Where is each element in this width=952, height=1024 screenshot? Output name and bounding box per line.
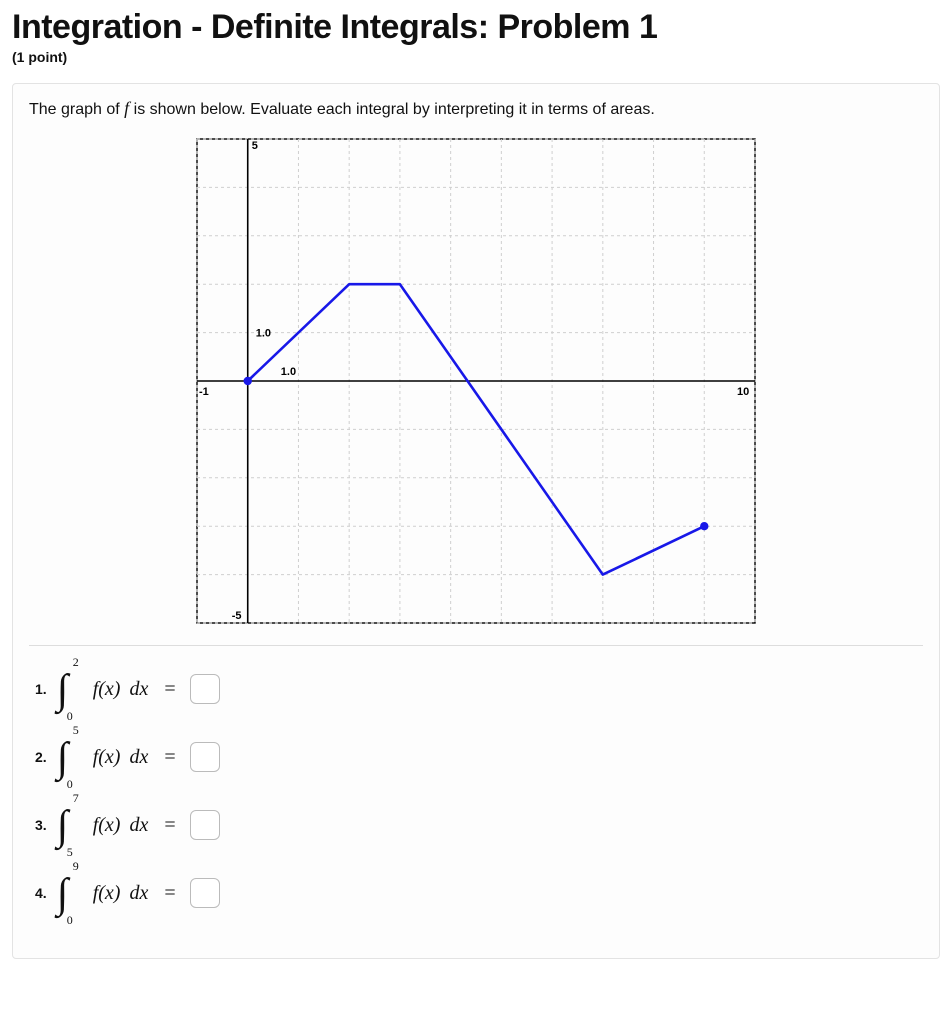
integral-symbol: ∫20 xyxy=(59,666,79,712)
svg-text:5: 5 xyxy=(252,140,258,152)
answer-input[interactable] xyxy=(190,674,220,704)
page-title: Integration - Definite Integrals: Proble… xyxy=(12,8,940,47)
question-number: 4. xyxy=(35,885,47,901)
integrand: f(x) dx xyxy=(93,746,149,769)
prompt-text: The graph of f is shown below. Evaluate … xyxy=(29,98,923,119)
function-graph: 5 -5 -1 10 1.0 1.0 xyxy=(191,133,761,629)
integrand: f(x) dx xyxy=(93,882,149,905)
equals-sign: = xyxy=(164,746,175,769)
question-number: 3. xyxy=(35,817,47,833)
integrand: f(x) dx xyxy=(93,678,149,701)
equals-sign: = xyxy=(164,882,175,905)
question-number: 2. xyxy=(35,749,47,765)
prompt-post: is shown below. Evaluate each integral b… xyxy=(129,101,655,118)
question-number: 1. xyxy=(35,681,47,697)
svg-text:1.0: 1.0 xyxy=(256,328,271,340)
question-row: 3. ∫75 f(x) dx = xyxy=(35,802,923,848)
prompt-pre: The graph of xyxy=(29,101,124,118)
svg-text:10: 10 xyxy=(737,386,749,398)
question-row: 2. ∫50 f(x) dx = xyxy=(35,734,923,780)
question-row: 4. ∫90 f(x) dx = xyxy=(35,870,923,916)
problem-container: The graph of f is shown below. Evaluate … xyxy=(12,83,940,959)
points-label: (1 point) xyxy=(12,49,940,65)
integral-symbol: ∫50 xyxy=(59,734,79,780)
question-row: 1. ∫20 f(x) dx = xyxy=(35,666,923,712)
equals-sign: = xyxy=(164,678,175,701)
separator xyxy=(29,645,923,646)
svg-text:-5: -5 xyxy=(232,610,242,622)
equals-sign: = xyxy=(164,814,175,837)
answer-input[interactable] xyxy=(190,742,220,772)
answer-input[interactable] xyxy=(190,878,220,908)
svg-text:-1: -1 xyxy=(199,386,209,398)
integral-symbol: ∫75 xyxy=(59,802,79,848)
integrand: f(x) dx xyxy=(93,814,149,837)
svg-text:1.0: 1.0 xyxy=(281,366,296,378)
answer-input[interactable] xyxy=(190,810,220,840)
integral-symbol: ∫90 xyxy=(59,870,79,916)
